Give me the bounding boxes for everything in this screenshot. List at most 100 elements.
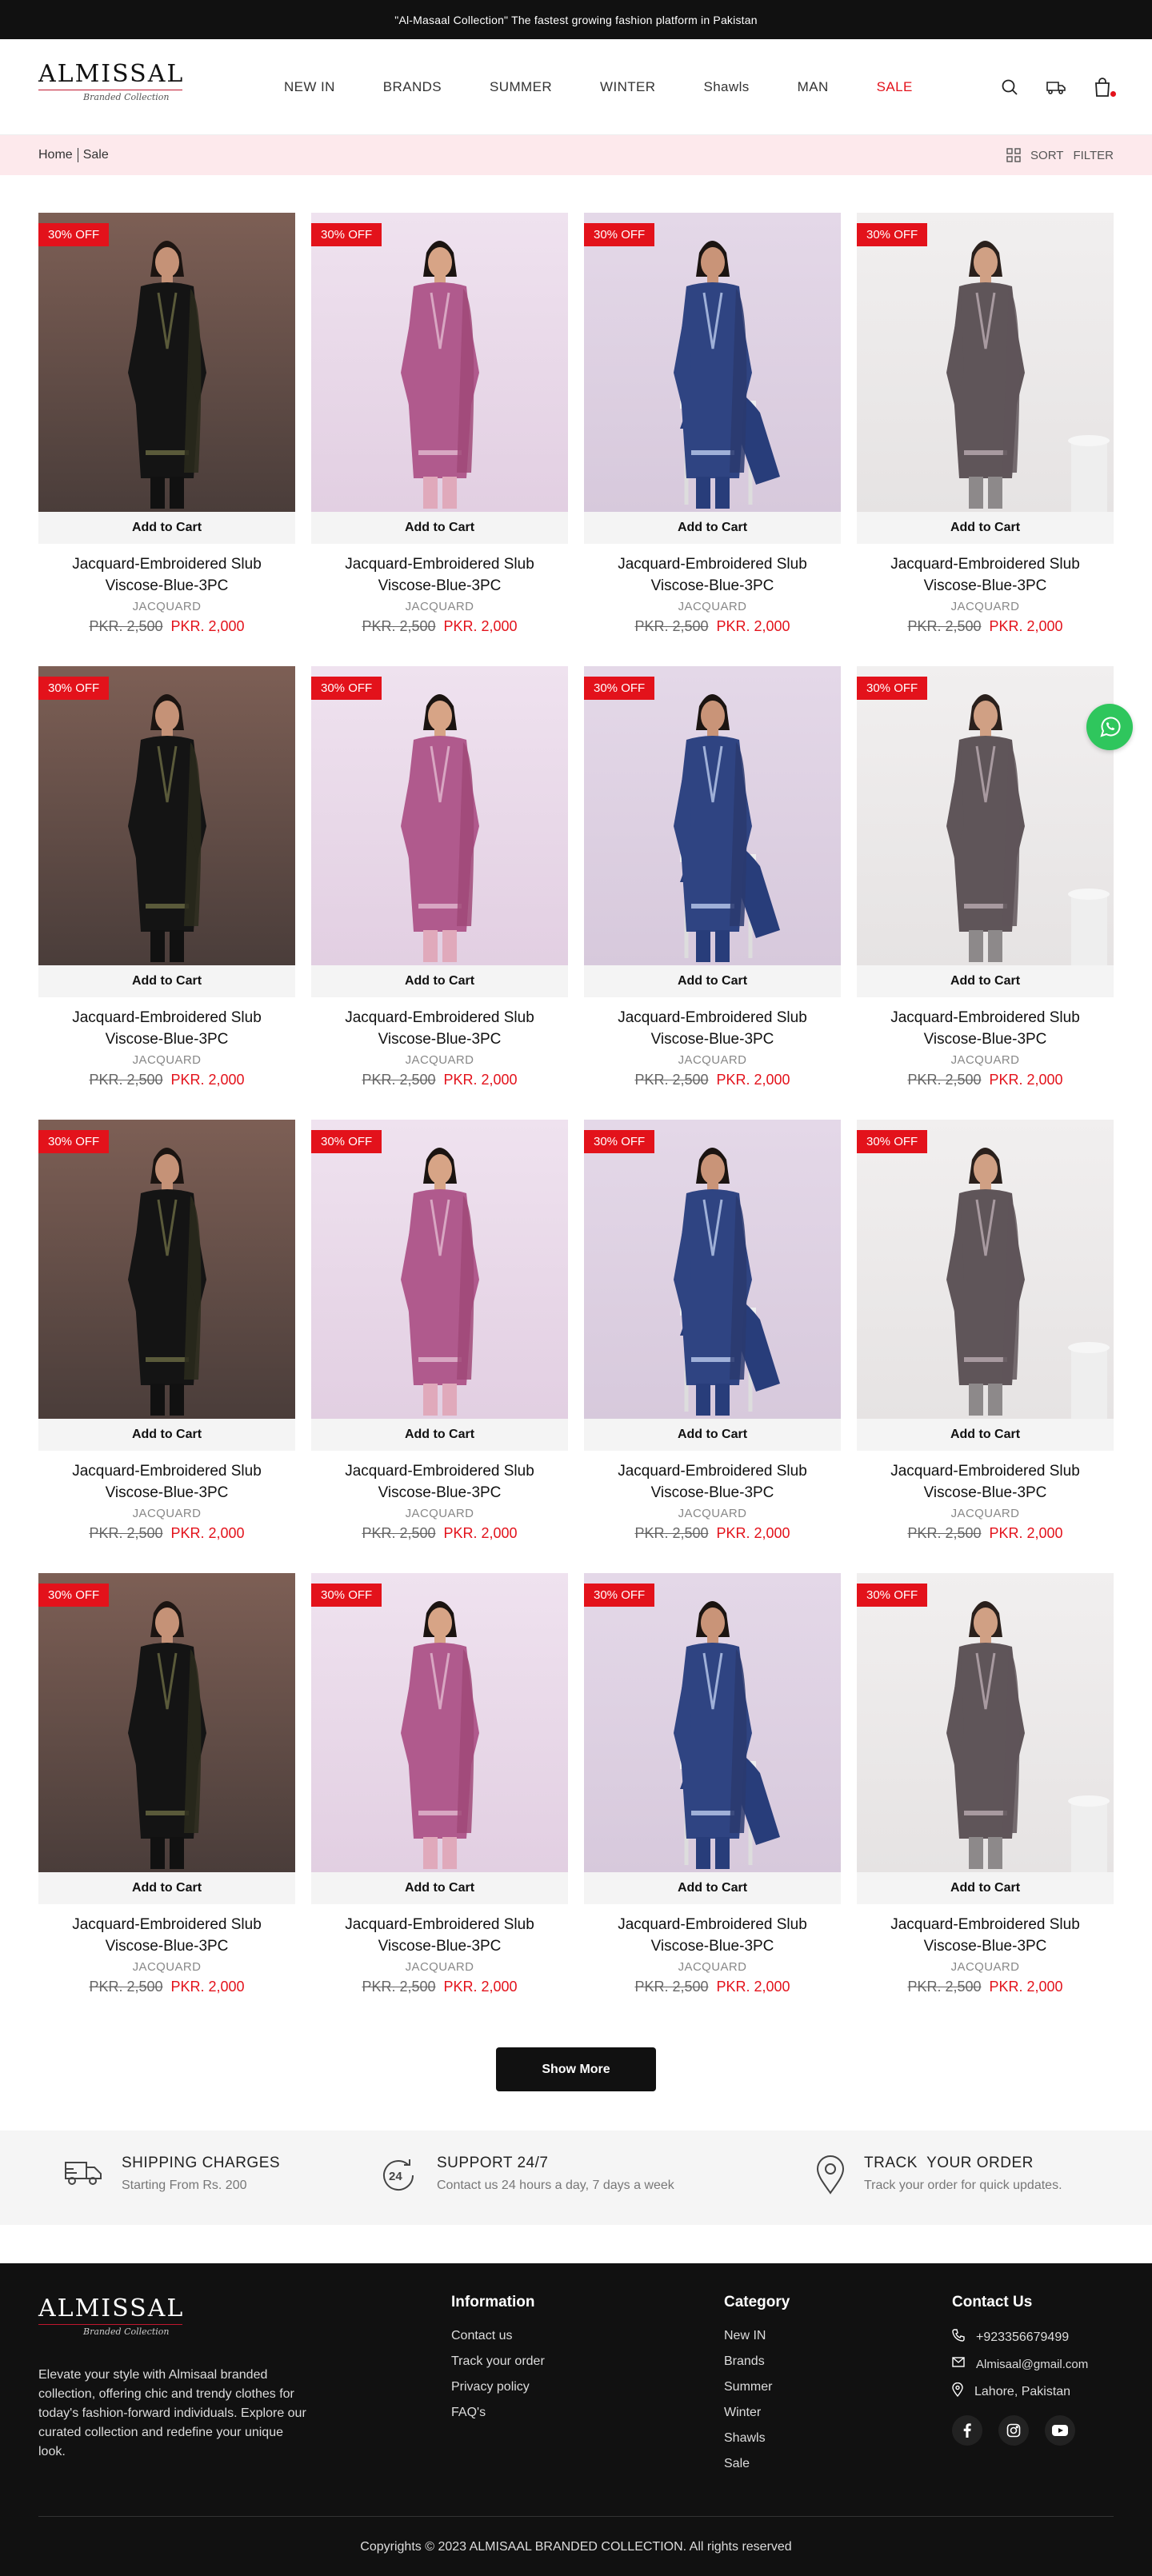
- product-image[interactable]: 30% OFF: [857, 1120, 1114, 1419]
- product-card[interactable]: 30% OFF Add to Cart Jacquard-Embroidered…: [857, 213, 1114, 666]
- product-image[interactable]: 30% OFF: [38, 666, 295, 965]
- footer-link-track-order[interactable]: Track your order: [451, 2354, 545, 2369]
- footer-link-new-in[interactable]: New IN: [724, 2329, 790, 2343]
- product-name[interactable]: Jacquard-Embroidered Slub Viscose-Blue-3…: [584, 553, 841, 597]
- product-card[interactable]: 30% OFF Add to Cart Jacquard-Embroidered…: [857, 1120, 1114, 1573]
- footer-link-shawls[interactable]: Shawls: [724, 2431, 790, 2446]
- sort-button[interactable]: SORT: [1030, 149, 1063, 162]
- product-image[interactable]: 30% OFF: [857, 666, 1114, 965]
- contact-email[interactable]: Almisaal@gmail.com: [952, 2357, 1088, 2371]
- product-card[interactable]: 30% OFF Add to Cart Jacquard-Embroidered…: [38, 1120, 295, 1573]
- product-name[interactable]: Jacquard-Embroidered Slub Viscose-Blue-3…: [38, 1007, 295, 1050]
- whatsapp-chat-icon[interactable]: [1086, 704, 1133, 750]
- youtube-icon[interactable]: [1045, 2415, 1075, 2446]
- add-to-cart-button[interactable]: Add to Cart: [311, 1419, 568, 1451]
- contact-phone[interactable]: +923356679499: [952, 2329, 1088, 2346]
- product-name[interactable]: Jacquard-Embroidered Slub Viscose-Blue-3…: [584, 1914, 841, 1957]
- add-to-cart-button[interactable]: Add to Cart: [857, 512, 1114, 544]
- product-image[interactable]: 30% OFF: [857, 1573, 1114, 1872]
- nav-winter[interactable]: WINTER: [600, 79, 655, 95]
- product-card[interactable]: 30% OFF Add to Cart Jacquard-Embroidered…: [311, 666, 568, 1120]
- footer-logo[interactable]: ALMISSAL Branded Collection: [38, 2295, 190, 2348]
- filter-button[interactable]: FILTER: [1073, 149, 1114, 162]
- product-image[interactable]: 30% OFF: [38, 1573, 295, 1872]
- product-image[interactable]: 30% OFF: [584, 666, 841, 965]
- product-name[interactable]: Jacquard-Embroidered Slub Viscose-Blue-3…: [311, 1914, 568, 1957]
- add-to-cart-button[interactable]: Add to Cart: [38, 965, 295, 997]
- add-to-cart-button[interactable]: Add to Cart: [584, 965, 841, 997]
- site-logo[interactable]: ALMISSAL Branded Collection: [38, 60, 190, 114]
- product-card[interactable]: 30% OFF Add to Cart Jacquard-Embroidered…: [857, 1573, 1114, 2027]
- product-name[interactable]: Jacquard-Embroidered Slub Viscose-Blue-3…: [38, 1460, 295, 1504]
- nav-sale[interactable]: SALE: [877, 79, 913, 95]
- product-card[interactable]: 30% OFF Add to Cart Jacquard-Embroidered…: [584, 1120, 841, 1573]
- product-name[interactable]: Jacquard-Embroidered Slub Viscose-Blue-3…: [857, 1914, 1114, 1957]
- product-card[interactable]: 30% OFF Add to Cart Jacquard-Embroidered…: [584, 213, 841, 666]
- product-card[interactable]: 30% OFF Add to Cart Jacquard-Embroidered…: [38, 213, 295, 666]
- footer-link-privacy[interactable]: Privacy policy: [451, 2380, 545, 2394]
- product-image[interactable]: 30% OFF: [584, 1573, 841, 1872]
- product-image[interactable]: 30% OFF: [311, 1120, 568, 1419]
- product-image[interactable]: 30% OFF: [38, 213, 295, 512]
- product-name[interactable]: Jacquard-Embroidered Slub Viscose-Blue-3…: [857, 553, 1114, 597]
- nav-shawls[interactable]: Shawls: [703, 79, 749, 95]
- footer-link-faq[interactable]: FAQ's: [451, 2406, 545, 2420]
- add-to-cart-button[interactable]: Add to Cart: [38, 1872, 295, 1904]
- grid-view-icon[interactable]: [1006, 148, 1021, 162]
- add-to-cart-button[interactable]: Add to Cart: [584, 1872, 841, 1904]
- product-card[interactable]: 30% OFF Add to Cart Jacquard-Embroidered…: [38, 1573, 295, 2027]
- product-image[interactable]: 30% OFF: [857, 213, 1114, 512]
- product-name[interactable]: Jacquard-Embroidered Slub Viscose-Blue-3…: [311, 1460, 568, 1504]
- product-card[interactable]: 30% OFF Add to Cart Jacquard-Embroidered…: [584, 666, 841, 1120]
- footer-link-contact[interactable]: Contact us: [451, 2329, 545, 2343]
- add-to-cart-button[interactable]: Add to Cart: [857, 965, 1114, 997]
- add-to-cart-button[interactable]: Add to Cart: [38, 512, 295, 544]
- nav-summer[interactable]: SUMMER: [490, 79, 552, 95]
- product-name[interactable]: Jacquard-Embroidered Slub Viscose-Blue-3…: [857, 1007, 1114, 1050]
- product-name[interactable]: Jacquard-Embroidered Slub Viscose-Blue-3…: [311, 1007, 568, 1050]
- product-name[interactable]: Jacquard-Embroidered Slub Viscose-Blue-3…: [584, 1007, 841, 1050]
- facebook-icon[interactable]: [952, 2415, 982, 2446]
- footer-link-summer[interactable]: Summer: [724, 2380, 790, 2394]
- footer-divider: [38, 2516, 1114, 2517]
- add-to-cart-button[interactable]: Add to Cart: [38, 1419, 295, 1451]
- breadcrumb-home[interactable]: Home: [38, 148, 73, 162]
- product-card[interactable]: 30% OFF Add to Cart Jacquard-Embroidered…: [311, 1120, 568, 1573]
- footer-link-brands[interactable]: Brands: [724, 2354, 790, 2369]
- cart-bag-icon[interactable]: [1091, 76, 1116, 98]
- product-name[interactable]: Jacquard-Embroidered Slub Viscose-Blue-3…: [857, 1460, 1114, 1504]
- nav-new-in[interactable]: NEW IN: [284, 79, 335, 95]
- product-card[interactable]: 30% OFF Add to Cart Jacquard-Embroidered…: [311, 1573, 568, 2027]
- product-card[interactable]: 30% OFF Add to Cart Jacquard-Embroidered…: [857, 666, 1114, 1120]
- delivery-truck-icon[interactable]: [1045, 76, 1067, 98]
- add-to-cart-button[interactable]: Add to Cart: [311, 512, 568, 544]
- product-card[interactable]: 30% OFF Add to Cart Jacquard-Embroidered…: [311, 213, 568, 666]
- instagram-icon[interactable]: [998, 2415, 1029, 2446]
- add-to-cart-button[interactable]: Add to Cart: [584, 1419, 841, 1451]
- product-name[interactable]: Jacquard-Embroidered Slub Viscose-Blue-3…: [38, 553, 295, 597]
- nav-brands[interactable]: BRANDS: [383, 79, 442, 95]
- search-icon[interactable]: [998, 76, 1021, 98]
- show-more-button[interactable]: Show More: [496, 2047, 656, 2091]
- product-image[interactable]: 30% OFF: [584, 1120, 841, 1419]
- footer-link-winter[interactable]: Winter: [724, 2406, 790, 2420]
- add-to-cart-button[interactable]: Add to Cart: [584, 512, 841, 544]
- product-name[interactable]: Jacquard-Embroidered Slub Viscose-Blue-3…: [584, 1460, 841, 1504]
- add-to-cart-button[interactable]: Add to Cart: [311, 965, 568, 997]
- add-to-cart-button[interactable]: Add to Cart: [311, 1872, 568, 1904]
- add-to-cart-button[interactable]: Add to Cart: [857, 1419, 1114, 1451]
- footer-link-sale[interactable]: Sale: [724, 2457, 790, 2471]
- product-name[interactable]: Jacquard-Embroidered Slub Viscose-Blue-3…: [38, 1914, 295, 1957]
- product-image[interactable]: 30% OFF: [311, 213, 568, 512]
- product-name[interactable]: Jacquard-Embroidered Slub Viscose-Blue-3…: [311, 553, 568, 597]
- product-prices: PKR. 2,500 PKR. 2,000: [857, 618, 1114, 635]
- contact-email-text: Almisaal@gmail.com: [976, 2357, 1089, 2371]
- product-card[interactable]: 30% OFF Add to Cart Jacquard-Embroidered…: [584, 1573, 841, 2027]
- product-image[interactable]: 30% OFF: [311, 666, 568, 965]
- nav-man[interactable]: MAN: [798, 79, 829, 95]
- product-card[interactable]: 30% OFF Add to Cart Jacquard-Embroidered…: [38, 666, 295, 1120]
- product-image[interactable]: 30% OFF: [38, 1120, 295, 1419]
- product-image[interactable]: 30% OFF: [584, 213, 841, 512]
- product-image[interactable]: 30% OFF: [311, 1573, 568, 1872]
- add-to-cart-button[interactable]: Add to Cart: [857, 1872, 1114, 1904]
